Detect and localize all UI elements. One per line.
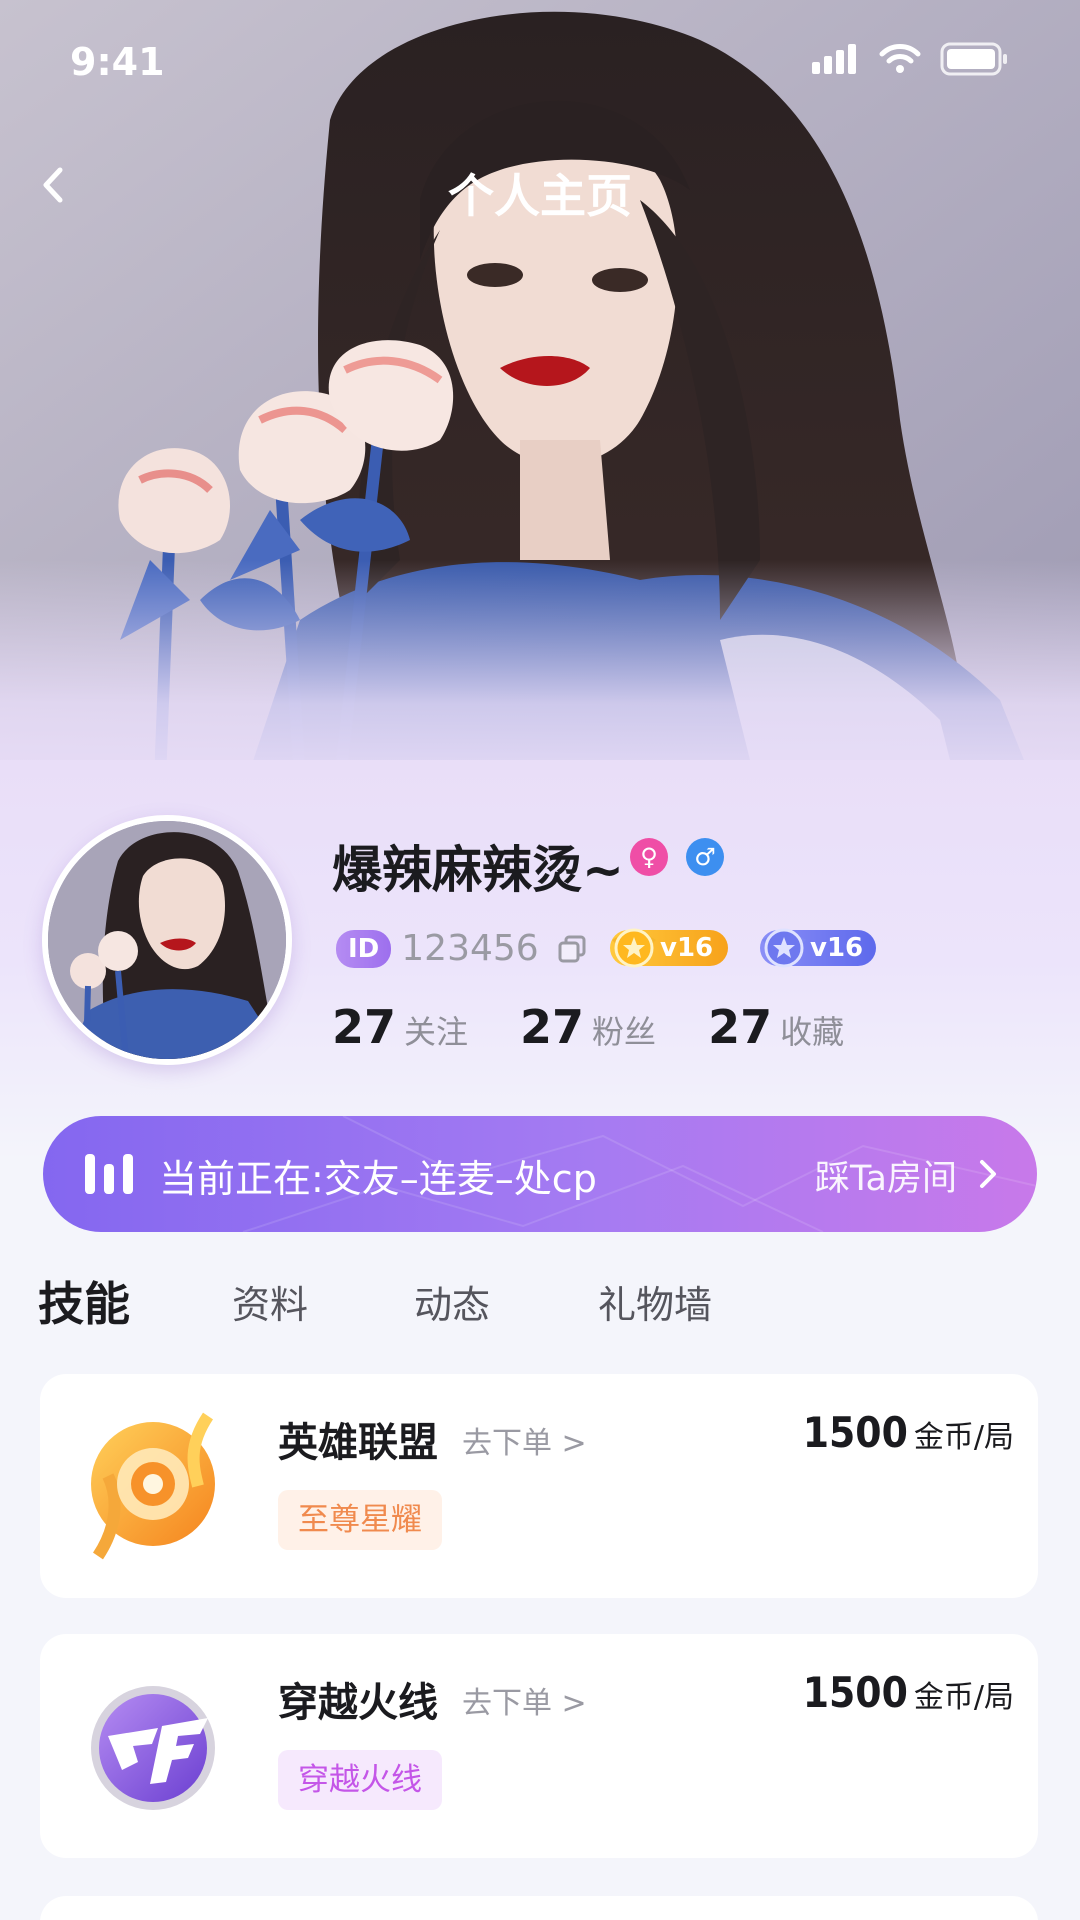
status-time: 9:41 — [70, 40, 165, 84]
visit-room-label[interactable]: 踩Ta房间 — [815, 1150, 957, 1201]
place-order-link[interactable]: 去下单 > — [462, 1678, 587, 1722]
price-unit: 金币/局 — [913, 1680, 1014, 1715]
league-of-legends-icon — [91, 1412, 215, 1560]
game-name: 英雄联盟 — [278, 1420, 438, 1466]
crossfire-icon — [91, 1686, 215, 1810]
nickname: 爆辣麻辣烫~ — [332, 841, 624, 899]
place-order-link[interactable]: 去下单 > — [462, 1418, 587, 1462]
id-value: 123456 — [401, 928, 539, 969]
male-gender-icon: ♂ — [686, 838, 724, 876]
id-row: ID 123456 — [336, 928, 587, 969]
rank-tag: 至尊星耀 — [278, 1490, 442, 1550]
id-label: ID — [336, 929, 392, 968]
avatar[interactable] — [42, 815, 292, 1065]
live-room-banner[interactable]: 当前正在:交友–连麦–处cp 踩Ta房间 — [43, 1116, 1037, 1232]
skill-card-next[interactable] — [40, 1896, 1038, 1920]
skill-card[interactable]: 穿越火线 去下单 > 1500 金币/局 穿越火线 — [40, 1634, 1038, 1858]
live-status-text: 当前正在:交友–连麦–处cp — [159, 1157, 597, 1201]
blue-medal-icon — [762, 928, 806, 968]
status-bar: 9:41 — [0, 0, 1080, 120]
cover-photo — [0, 0, 1080, 800]
favorites-label[interactable]: 收藏 — [780, 1007, 844, 1053]
profile-tabs: 技能 资料 动态 礼物墙 — [0, 1268, 1080, 1338]
copy-icon[interactable] — [557, 934, 587, 964]
tab-gift-wall[interactable]: 礼物墙 — [598, 1274, 712, 1329]
tab-info[interactable]: 资料 — [232, 1274, 308, 1329]
price-value: 1500 — [802, 1408, 908, 1457]
fans-count[interactable]: 27 — [520, 1000, 584, 1054]
price-value: 1500 — [802, 1668, 908, 1717]
vip-blue-level: v16 — [810, 933, 864, 963]
female-badge-icon: ♀ — [630, 838, 668, 876]
price: 1500 金币/局 — [803, 1408, 1014, 1457]
skill-card[interactable]: 英雄联盟 去下单 > 1500 金币/局 至尊星耀 — [40, 1374, 1038, 1598]
stats-row: 27 关注 27 粉丝 27 收藏 — [332, 1000, 896, 1054]
price-unit: 金币/局 — [913, 1420, 1014, 1455]
wifi-icon — [879, 44, 921, 73]
fans-label[interactable]: 粉丝 — [592, 1007, 656, 1053]
game-tag: 穿越火线 — [278, 1750, 442, 1810]
page-title: 个人主页 — [448, 169, 632, 223]
following-label[interactable]: 关注 — [404, 1007, 468, 1053]
battery-icon — [940, 42, 1007, 76]
vip-blue-badge: v16 — [760, 928, 876, 968]
status-icons — [812, 42, 1010, 76]
price: 1500 金币/局 — [803, 1668, 1014, 1717]
game-name: 穿越火线 — [278, 1680, 438, 1726]
vip-gold-level: v16 — [660, 933, 714, 963]
vip-gold-badge: v16 — [610, 928, 728, 968]
avatar-image — [48, 821, 286, 1059]
tab-moments[interactable]: 动态 — [414, 1274, 490, 1329]
chevron-right-icon — [980, 1160, 996, 1188]
audio-bars-icon — [85, 1154, 133, 1194]
tab-skills[interactable]: 技能 — [38, 1268, 130, 1334]
following-count[interactable]: 27 — [332, 1000, 396, 1054]
gold-medal-icon — [612, 928, 656, 968]
signal-icon — [812, 44, 860, 74]
favorites-count[interactable]: 27 — [708, 1000, 772, 1054]
